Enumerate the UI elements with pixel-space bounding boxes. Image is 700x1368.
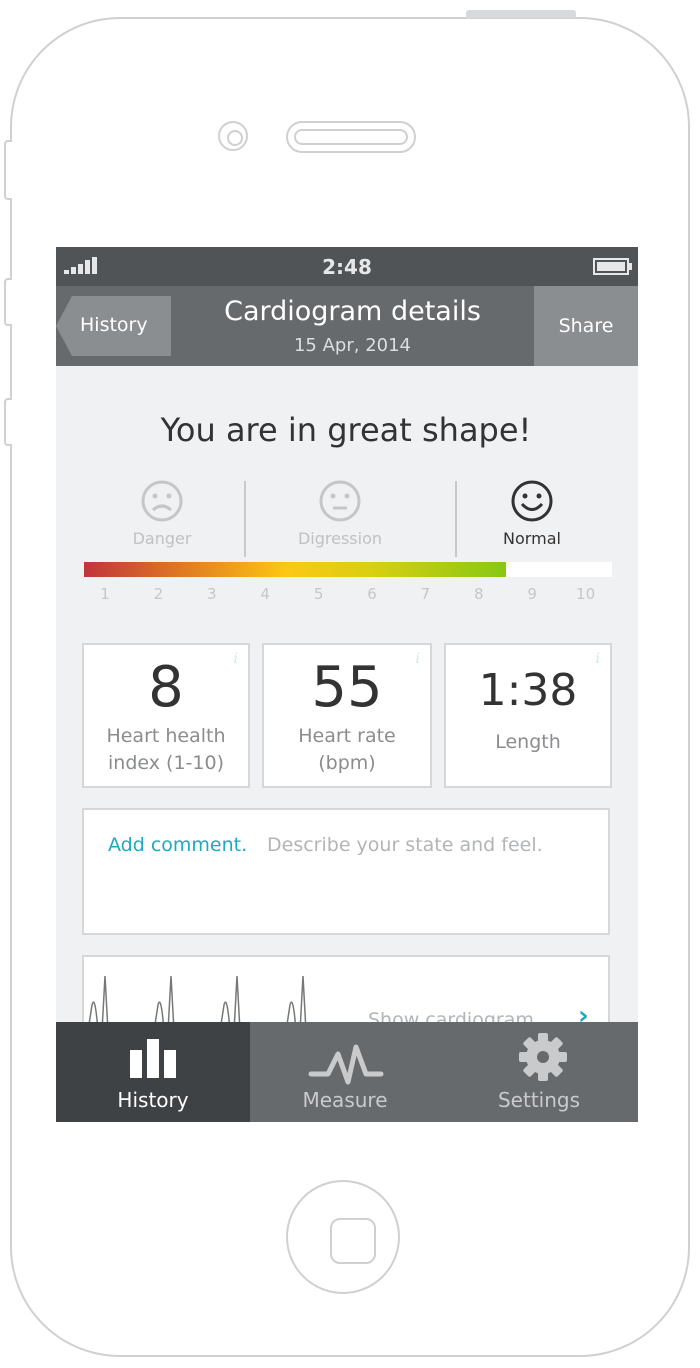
nav-bar: History Cardiogram details 15 Apr, 2014 …	[56, 286, 638, 366]
comment-placeholder: Describe your state and feel.	[267, 834, 543, 856]
info-icon[interactable]: i	[416, 651, 420, 667]
status-bar: 2:48	[56, 247, 638, 286]
comment-input[interactable]: Add comment. Describe your state and fee…	[82, 808, 610, 935]
metric-value: 1:38	[478, 665, 578, 716]
share-button[interactable]: Share	[534, 286, 638, 366]
mute-switch	[4, 140, 12, 200]
mood-digression: Digression	[250, 479, 430, 548]
mood-label: Danger	[132, 529, 192, 548]
metric-card-health-index: i 8 Heart health index (1-10)	[82, 643, 250, 788]
tab-settings[interactable]: Settings	[440, 1022, 638, 1122]
scale-tick: 9	[527, 585, 537, 603]
bar-chart-icon	[130, 1039, 176, 1078]
tab-bar: History Measure Settings	[56, 1022, 638, 1122]
health-scale-fill	[84, 562, 507, 577]
back-label: History	[80, 314, 148, 336]
mood-label: Digression	[297, 529, 383, 548]
scale-tick: 4	[260, 585, 270, 603]
metric-value: 55	[311, 655, 383, 720]
speaker-grille	[286, 121, 416, 153]
scale-tick: 10	[576, 585, 596, 603]
smile-face-icon	[511, 480, 553, 522]
metric-card-length: i 1:38 Length	[444, 643, 612, 788]
scale-tick: 1	[100, 585, 110, 603]
back-button[interactable]: History	[56, 296, 171, 356]
camera-icon	[218, 121, 248, 151]
scale-tick: 5	[313, 585, 324, 603]
pulse-icon	[308, 1044, 384, 1085]
power-button	[466, 10, 576, 18]
headline: You are in great shape!	[160, 411, 532, 449]
neutral-face-icon	[319, 480, 361, 522]
info-icon[interactable]: i	[596, 651, 600, 667]
tab-measure[interactable]: Measure	[250, 1022, 440, 1122]
sad-face-icon	[141, 480, 183, 522]
volume-up-button	[4, 278, 12, 326]
scale-tick: 7	[420, 585, 431, 603]
page-date: 15 Apr, 2014	[293, 335, 412, 356]
scale-tick: 3	[207, 585, 217, 603]
metric-label: Heart health	[106, 725, 226, 747]
tab-history[interactable]: History	[56, 1022, 250, 1122]
page-title: Cardiogram details	[224, 296, 481, 327]
tab-label: Settings	[497, 1088, 581, 1112]
home-button[interactable]	[286, 1180, 400, 1294]
scale-tick: 8	[474, 585, 484, 603]
volume-down-button	[4, 398, 12, 446]
screen: 2:48 History Cardiogram details 15 Apr, …	[56, 247, 638, 1122]
add-comment-link[interactable]: Add comment.	[108, 834, 247, 856]
metric-label: index (1-10)	[108, 752, 224, 774]
metric-label: Heart rate	[298, 725, 396, 747]
mood-normal: Normal	[442, 479, 622, 548]
scale-tick: 6	[367, 585, 377, 603]
mood-label: Normal	[503, 529, 561, 548]
metric-value: 8	[148, 655, 184, 720]
metric-label: Length	[495, 731, 561, 753]
divider	[244, 481, 246, 557]
metric-label: (bpm)	[318, 752, 376, 774]
health-scale-bar	[84, 562, 612, 577]
tab-label: Measure	[302, 1088, 388, 1112]
info-icon[interactable]: i	[234, 651, 238, 667]
scale-tick: 2	[153, 585, 164, 603]
tab-label: History	[117, 1088, 189, 1112]
battery-icon	[593, 258, 632, 275]
gear-icon	[519, 1033, 567, 1081]
mood-danger: Danger	[72, 479, 252, 548]
status-time: 2:48	[322, 255, 372, 279]
metric-card-heart-rate: i 55 Heart rate (bpm)	[262, 643, 432, 788]
